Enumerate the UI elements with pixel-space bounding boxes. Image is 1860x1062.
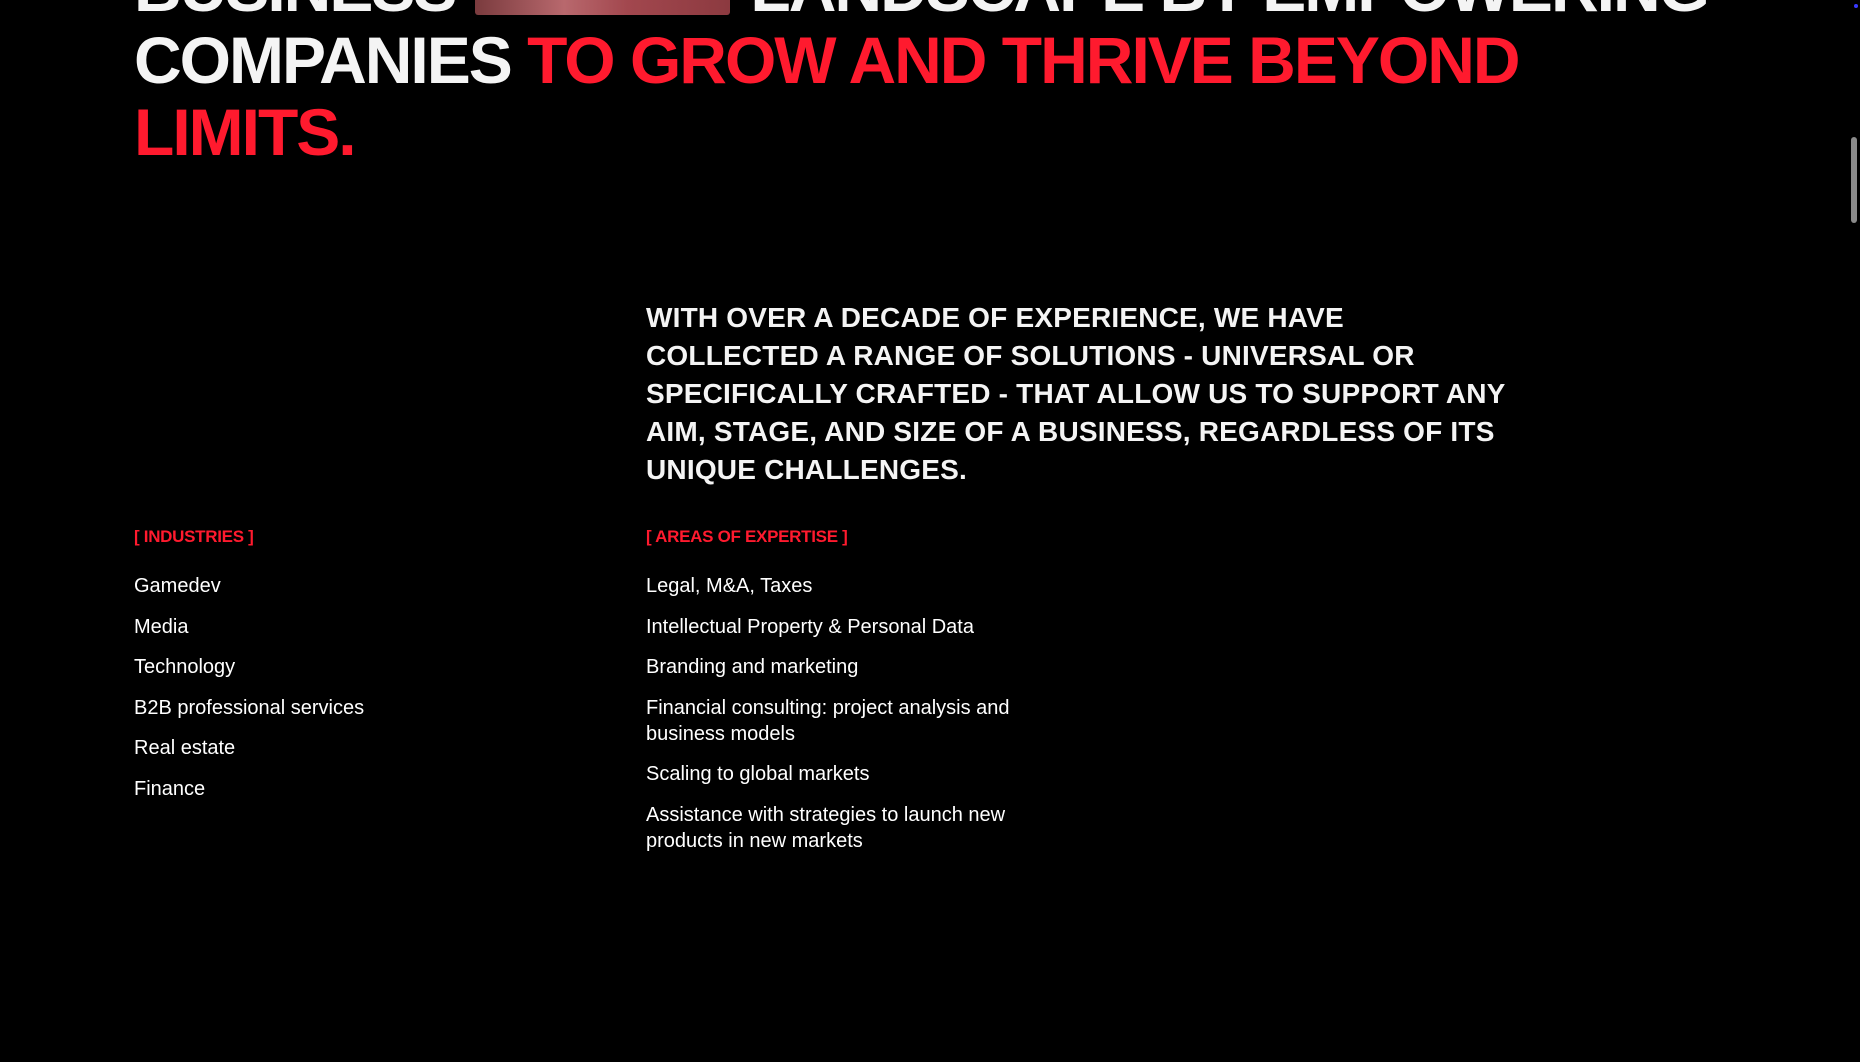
hero-line-2-white: COMPANIES [134,23,513,97]
hero-line-1: BUSINESS LANDSCAPE BY EMPOWERING [134,0,1710,25]
vertical-scrollbar[interactable] [1846,0,1860,1062]
page: BUSINESS LANDSCAPE BY EMPOWERING COMPANIE… [0,0,1860,1062]
expertise-item: Legal, M&A, Taxes [646,575,813,597]
expertise-label: [ AREAS OF EXPERTISE ] [646,527,848,546]
hero-heading: BUSINESS LANDSCAPE BY EMPOWERING COMPANIE… [134,0,1710,168]
industry-item: Gamedev [134,575,221,597]
expertise-list: Legal, M&A, Taxes Intellectual Property … [646,573,1046,854]
hero-line-3: LIMITS. [134,96,1694,168]
industries-label: [ INDUSTRIES ] [134,527,254,546]
industries-list: Gamedev Media Technology B2B professiona… [134,573,614,802]
industry-item: Real estate [134,737,236,759]
expertise-item: Financial consulting: project analysis a… [646,696,1010,745]
scrollbar-thumb[interactable] [1851,137,1857,223]
industry-item: Technology [134,656,236,678]
hero-line-2-red: TO GROW AND THRIVE BEYOND [527,23,1520,97]
expertise-item: Scaling to global markets [646,763,870,785]
industry-item: B2B professional services [134,696,365,719]
expertise-item: Branding and marketing [646,656,859,678]
hero-line-1-start: BUSINESS [134,0,457,25]
industries-column: [ INDUSTRIES ] Gamedev Media Technology … [134,525,614,816]
hero-inline-image [475,0,731,15]
expertise-item: Assistance with strategies to launch new… [646,803,1006,852]
hero-line-2: COMPANIES TO GROW AND THRIVE BEYOND [134,24,1694,96]
hero-line-3-red: LIMITS. [134,95,357,169]
expertise-item: Intellectual Property & Personal Data [646,615,974,638]
industry-item: Media [134,615,189,638]
intro-paragraph: WITH OVER A DECADE OF EXPERIENCE, WE HAV… [646,302,1506,485]
industry-item: Finance [134,777,206,800]
corner-indicator-icon [1854,4,1858,8]
expertise-column: [ AREAS OF EXPERTISE ] Legal, M&A, Taxes… [646,525,1046,868]
hero-line-1-end: LANDSCAPE BY EMPOWERING [750,0,1710,25]
